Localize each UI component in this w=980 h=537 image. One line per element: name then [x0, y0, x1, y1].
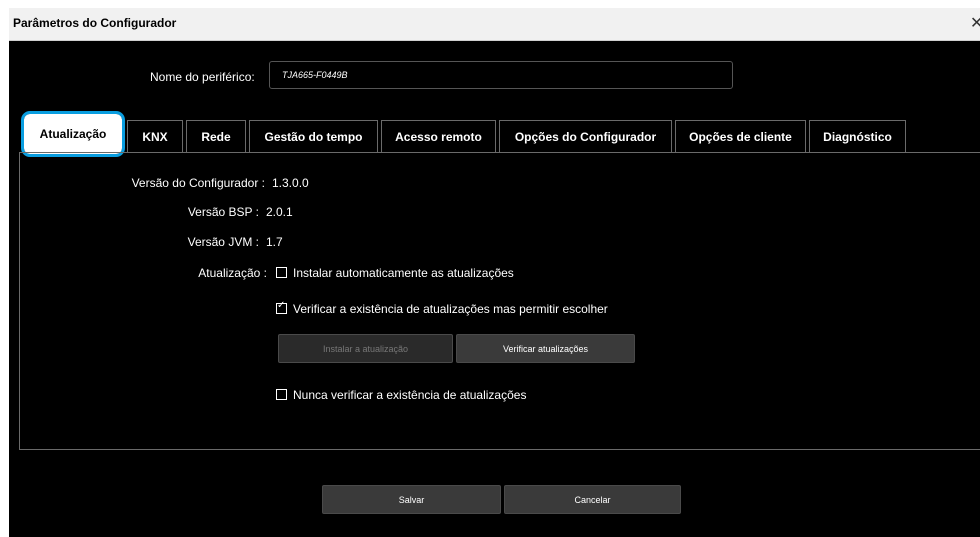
configurator-version-value: 1.3.0.0 — [272, 176, 309, 190]
tab-network[interactable]: Rede — [186, 120, 246, 152]
tab-diagnostics[interactable]: Diagnóstico — [809, 120, 906, 152]
device-name-label: Nome do periférico: — [150, 70, 255, 84]
bsp-version-value: 2.0.1 — [266, 205, 293, 219]
tab-time-management[interactable]: Gestão do tempo — [249, 120, 378, 152]
update-panel — [19, 152, 980, 450]
tab-configurator-options[interactable]: Opções do Configurador — [499, 120, 672, 152]
save-button[interactable]: Salvar — [322, 485, 501, 514]
check-let-choose-checkbox[interactable]: Verificar a existência de atualizações m… — [276, 300, 608, 316]
checkbox-checked-icon — [276, 300, 287, 314]
close-icon[interactable]: ✕ — [970, 13, 980, 33]
tab-update[interactable]: Atualização — [21, 111, 125, 157]
tab-client-options[interactable]: Opções de cliente — [675, 120, 806, 152]
title-bar: Parâmetros do Configurador ✕ — [9, 8, 980, 41]
never-check-checkbox[interactable]: Nunca verificar a existência de atualiza… — [276, 388, 526, 402]
check-let-choose-label: Verificar a existência de atualizações m… — [293, 302, 608, 316]
auto-install-label: Instalar automaticamente as atualizações — [293, 266, 514, 280]
cancel-button[interactable]: Cancelar — [504, 485, 681, 514]
device-name-field[interactable] — [269, 61, 733, 89]
bsp-version-label: Versão BSP : — [187, 205, 259, 219]
tab-knx[interactable]: KNX — [127, 120, 183, 152]
update-label: Atualização : — [198, 266, 267, 280]
install-update-button[interactable]: Instalar a atualização — [278, 334, 453, 363]
tab-bar: Atualização KNX Rede Gestão do tempo Ace… — [19, 111, 980, 157]
never-check-label: Nunca verificar a existência de atualiza… — [293, 388, 527, 402]
configurator-settings-dialog: Parâmetros do Configurador ✕ Nome do per… — [9, 8, 980, 537]
checkbox-icon — [276, 389, 287, 400]
jvm-version-value: 1.7 — [266, 235, 283, 249]
dialog-title: Parâmetros do Configurador — [13, 16, 177, 30]
auto-install-checkbox[interactable]: Instalar automaticamente as atualizações — [276, 266, 514, 280]
check-updates-button[interactable]: Verificar atualizações — [456, 334, 635, 363]
jvm-version-label: Versão JVM : — [187, 235, 259, 249]
configurator-version-label: Versão do Configurador : — [131, 176, 265, 190]
tab-remote-access[interactable]: Acesso remoto — [381, 120, 496, 152]
checkbox-icon — [276, 267, 287, 278]
